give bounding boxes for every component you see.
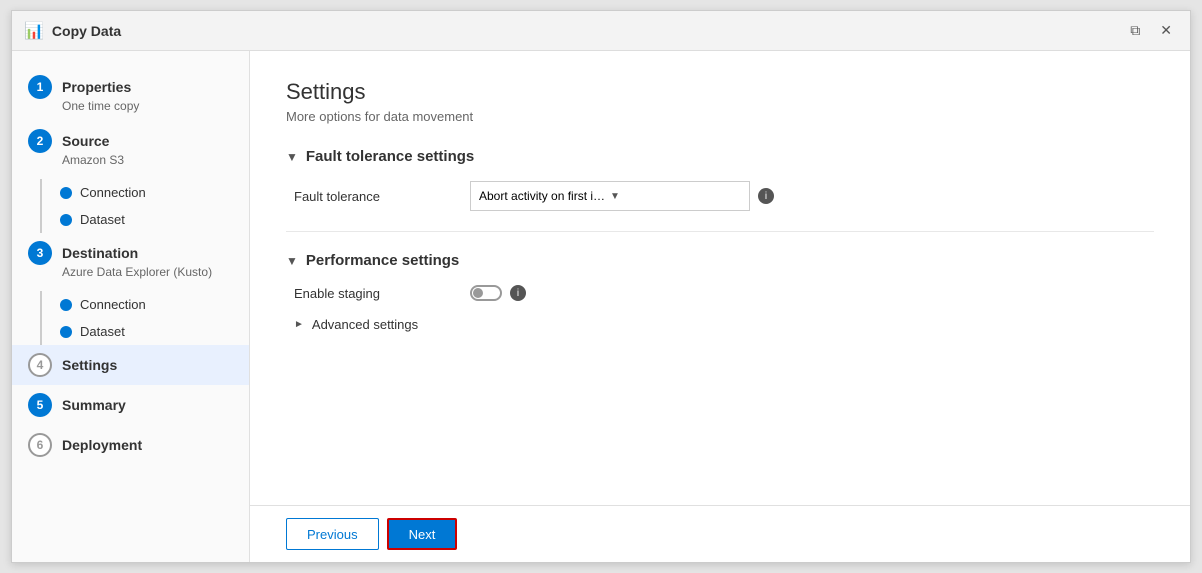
enable-staging-row: Enable staging i — [294, 285, 1154, 301]
performance-section-header: ▼ Performance settings — [286, 252, 1154, 269]
footer: Previous Next — [250, 505, 1190, 562]
source-dataset-item[interactable]: Dataset — [52, 206, 249, 233]
toggle-knob — [473, 288, 483, 298]
fault-tolerance-row: Fault tolerance Abort activity on first … — [294, 181, 1154, 211]
enable-staging-label: Enable staging — [294, 286, 454, 301]
fault-tolerance-section-header: ▼ Fault tolerance settings — [286, 148, 1154, 165]
destination-sub-items: Connection Dataset — [40, 291, 249, 345]
sidebar: 1 Properties One time copy 2 Source Amaz… — [12, 51, 250, 562]
perf-collapse-icon[interactable]: ▼ — [286, 254, 298, 268]
title-bar: 📊 Copy Data ⧉ ✕ — [12, 11, 1190, 51]
source-dataset-dot — [60, 214, 72, 226]
sidebar-item-properties[interactable]: 1 Properties One time copy — [12, 67, 249, 121]
window-body: 1 Properties One time copy 2 Source Amaz… — [12, 51, 1190, 562]
step-4-label: Settings — [62, 357, 117, 373]
section-divider — [286, 231, 1154, 232]
step-3-circle: 3 — [28, 241, 52, 265]
step-3-sub: Azure Data Explorer (Kusto) — [62, 265, 233, 279]
source-connection-dot — [60, 187, 72, 199]
enable-staging-toggle[interactable] — [470, 285, 502, 301]
main-content: Settings More options for data movement … — [250, 51, 1190, 562]
advanced-settings-label: Advanced settings — [312, 317, 418, 332]
content-area: Settings More options for data movement … — [250, 51, 1190, 505]
destination-connection-item[interactable]: Connection — [52, 291, 249, 318]
collapse-icon: ⧉ — [1130, 22, 1140, 39]
fault-tolerance-label: Fault tolerance — [294, 189, 454, 204]
fault-tolerance-value: Abort activity on first incompatibl... — [479, 189, 610, 203]
source-dataset-label: Dataset — [80, 212, 125, 227]
title-bar-left: 📊 Copy Data — [24, 21, 121, 41]
enable-staging-toggle-container: i — [470, 285, 526, 301]
page-title: Settings — [286, 79, 1154, 105]
step-2-circle: 2 — [28, 129, 52, 153]
step-6-label: Deployment — [62, 437, 142, 453]
close-button[interactable]: ✕ — [1154, 20, 1178, 41]
source-sub-items: Connection Dataset — [40, 179, 249, 233]
destination-dataset-item[interactable]: Dataset — [52, 318, 249, 345]
sidebar-item-destination[interactable]: 3 Destination Azure Data Explorer (Kusto… — [12, 233, 249, 287]
fault-section-title: Fault tolerance settings — [306, 148, 474, 165]
perf-section-title: Performance settings — [306, 252, 459, 269]
copy-data-icon: 📊 — [24, 21, 44, 41]
advanced-settings-row[interactable]: ► Advanced settings — [294, 317, 1154, 332]
destination-dataset-label: Dataset — [80, 324, 125, 339]
window-title: Copy Data — [52, 23, 121, 39]
fault-collapse-icon[interactable]: ▼ — [286, 150, 298, 164]
fault-tolerance-dropdown[interactable]: Abort activity on first incompatibl... ▼ — [470, 181, 750, 211]
step-2-label: Source — [62, 133, 109, 149]
source-connection-item[interactable]: Connection — [52, 179, 249, 206]
title-bar-right: ⧉ ✕ — [1124, 20, 1178, 41]
step-4-circle: 4 — [28, 353, 52, 377]
step-2-sub: Amazon S3 — [62, 153, 233, 167]
destination-dataset-dot — [60, 326, 72, 338]
next-button[interactable]: Next — [387, 518, 458, 550]
source-connection-label: Connection — [80, 185, 146, 200]
step-6-circle: 6 — [28, 433, 52, 457]
collapse-button[interactable]: ⧉ — [1124, 20, 1146, 41]
sidebar-item-summary[interactable]: 5 Summary — [12, 385, 249, 425]
step-1-circle: 1 — [28, 75, 52, 99]
page-subtitle: More options for data movement — [286, 109, 1154, 124]
enable-staging-info-icon: i — [510, 285, 526, 301]
step-1-label: Properties — [62, 79, 131, 95]
step-5-label: Summary — [62, 397, 126, 413]
step-3-label: Destination — [62, 245, 138, 261]
fault-tolerance-info-icon: i — [758, 188, 774, 204]
sidebar-item-deployment[interactable]: 6 Deployment — [12, 425, 249, 465]
sidebar-item-source[interactable]: 2 Source Amazon S3 — [12, 121, 249, 175]
destination-connection-dot — [60, 299, 72, 311]
copy-data-window: 📊 Copy Data ⧉ ✕ 1 Properties One time co… — [11, 10, 1191, 563]
sidebar-item-settings[interactable]: 4 Settings — [12, 345, 249, 385]
destination-connection-label: Connection — [80, 297, 146, 312]
step-5-circle: 5 — [28, 393, 52, 417]
step-1-sub: One time copy — [62, 99, 233, 113]
fault-tolerance-control-wrap: Abort activity on first incompatibl... ▼… — [470, 181, 774, 211]
close-icon: ✕ — [1160, 22, 1172, 39]
fault-dropdown-arrow-icon: ▼ — [610, 191, 741, 202]
performance-section: ▼ Performance settings Enable staging i — [286, 252, 1154, 332]
previous-button[interactable]: Previous — [286, 518, 379, 550]
advanced-expand-icon: ► — [294, 319, 304, 330]
